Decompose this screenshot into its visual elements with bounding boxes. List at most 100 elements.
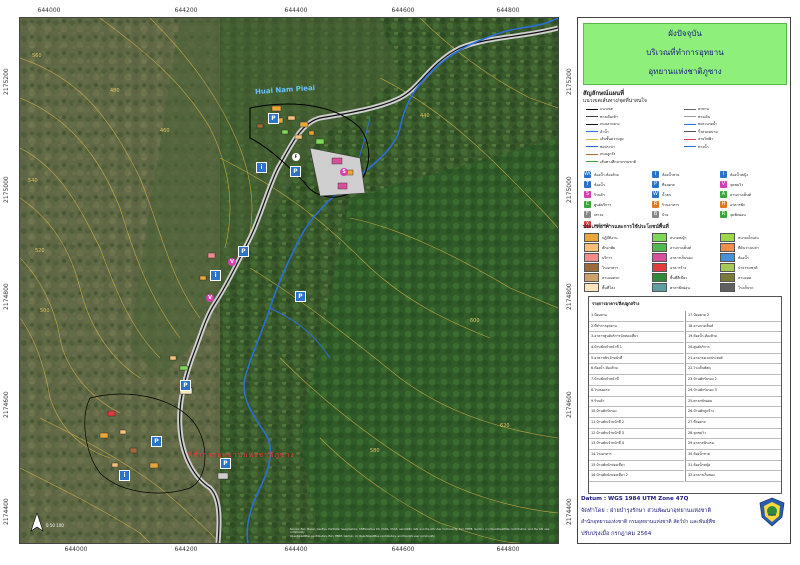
- table-row: 14.โรงอาหาร: [589, 450, 684, 461]
- line-legend-item: ทางเดินเท้า: [586, 114, 618, 120]
- title-line: อุทยานแห่งชาติภูซาง: [648, 67, 722, 76]
- point-legend-label: น้ำตก: [662, 192, 671, 197]
- point-legend-item: R ร้านอาหาร: [652, 201, 679, 208]
- y-tick: 2175000: [3, 176, 10, 203]
- point-symbol-icon: S: [584, 191, 591, 198]
- line-swatch: [586, 123, 598, 125]
- table-row: 27.ที่จอดรถ: [686, 418, 781, 429]
- building-table: รายการอาคาร/สิ่งปลูกสร้าง 1.ป้อมยาม 2.ที่…: [588, 296, 782, 494]
- restroom-icon[interactable]: i: [210, 270, 221, 281]
- landuse-legend-item: โรงอาหาร: [584, 263, 618, 272]
- parking-icon[interactable]: P: [268, 113, 279, 124]
- flag-icon[interactable]: F: [292, 153, 300, 161]
- line-swatch: [586, 131, 598, 132]
- line-legend-item: ท่อประปา: [586, 144, 615, 150]
- landuse-swatch: [584, 263, 599, 272]
- point-symbol-icon: A: [720, 191, 727, 198]
- landuse-legend-item: ลานจอดรถ: [584, 273, 619, 282]
- table-row: 15.บ้านพักนักท่องเที่ยว: [589, 461, 684, 472]
- line-swatch: [684, 131, 696, 132]
- point-legend-label: ห้องน้ำหญิง: [730, 172, 748, 177]
- viewpoint-icon[interactable]: V: [206, 294, 214, 302]
- landuse-legend-item: พื้นที่โล่ง: [584, 283, 615, 292]
- landuse-legend-item: ห้องน้ำ: [720, 253, 749, 262]
- contour-label: 580: [370, 448, 380, 454]
- point-symbol-icon: F: [584, 211, 591, 218]
- landuse-legend-item: อาคารร้าง: [652, 263, 686, 272]
- line-legend-item: สายไฟฟ้า: [684, 136, 713, 142]
- shop-icon[interactable]: S: [340, 168, 348, 176]
- table-row: 12.บ้านพักเจ้าหน้าที่ 3: [589, 429, 684, 440]
- landuse-swatch: [652, 273, 667, 282]
- contour-label: 520: [35, 248, 45, 254]
- contour-label: 480: [110, 88, 120, 94]
- line-legend-label: ถนนลาดยาง: [600, 122, 620, 126]
- landuse-legend-label: อาคารเก็บของ: [670, 255, 693, 260]
- landuse-legend-label: พื้นที่สีเขียว: [670, 275, 688, 280]
- landuse-swatch: [720, 263, 735, 272]
- x-tick: 644800: [496, 546, 520, 553]
- x-tick: 644400: [284, 546, 308, 553]
- restroom-icon[interactable]: i: [256, 162, 267, 173]
- parking-icon[interactable]: P: [290, 166, 301, 177]
- landuse-swatch: [652, 253, 667, 262]
- title-box: ผังปัจจุบัน บริเวณที่ทำการอุทยาน อุทยานแ…: [583, 23, 787, 85]
- line-legend-label: ท่อประปา: [600, 144, 615, 149]
- parking-icon[interactable]: P: [151, 436, 162, 447]
- line-legend-item: เส้นทางศึกษาธรรมชาติ: [586, 159, 636, 165]
- map-frame[interactable]: P P P P P P P i i i S V V F Huai Nam Pie…: [19, 17, 559, 544]
- table-column: 1.ป้อมยาม 2.ที่ทำการอุทยาน 3.อาคารศูนย์บริ…: [589, 311, 684, 482]
- table-row: 21.อาคารอเนกประสงค์: [686, 354, 781, 365]
- table-row: 20.ศูนย์บริการ: [686, 343, 781, 354]
- landuse-legend-label: อาคารร้าง: [670, 265, 687, 270]
- y-tick: 2175200: [566, 68, 573, 95]
- point-legend-label: จุดชมวิว: [730, 182, 744, 187]
- contour-label: 560: [32, 53, 42, 59]
- x-tick: 644000: [37, 7, 61, 14]
- table-row: 1.ป้อมยาม: [589, 311, 684, 322]
- landuse-legend-item: สนามเด็กเล่น: [720, 233, 759, 242]
- point-legend-label: ห้องน้ำชาย: [662, 172, 680, 177]
- y-tick: 2174600: [566, 391, 573, 418]
- line-swatch: [684, 146, 696, 147]
- landuse-legend-item: ปฏิบัติงาน: [584, 233, 618, 242]
- landuse-legend-label: โรงอาหาร: [602, 265, 619, 270]
- landuse-legend-label: ลานจอด: [738, 275, 752, 280]
- landuse-swatch: [652, 283, 667, 292]
- line-swatch: [684, 108, 696, 110]
- table-row: 18.ลานกางเต็นท์: [686, 322, 781, 333]
- x-tick: 644200: [174, 7, 198, 14]
- line-legend-label: ท่อระบายน้ำ: [698, 122, 718, 126]
- landuse-legend-label: โรงเก็บรถ: [738, 285, 754, 290]
- landuse-swatch: [720, 253, 735, 262]
- parking-icon[interactable]: P: [238, 246, 249, 257]
- point-legend-item: F เสาธง: [584, 211, 603, 218]
- line-legend-label: สายไฟฟ้า: [698, 137, 714, 141]
- title-line: ผังปัจจุบัน: [668, 29, 702, 38]
- office-label: ที่ทำการอุทยานแห่งชาติภูซาง: [188, 451, 295, 459]
- satellite-map[interactable]: [20, 18, 558, 543]
- landuse-legend-item: พื้นที่สีเขียว: [652, 273, 687, 282]
- landuse-swatch: [652, 233, 667, 242]
- point-legend-label: ร้านอาหาร: [662, 202, 679, 207]
- point-symbol-icon: i: [652, 171, 659, 178]
- parking-icon[interactable]: P: [295, 291, 306, 302]
- y-tick: 2174400: [566, 498, 573, 525]
- made-by: จัดทำโดย : ฝ่ายบำรุงรักษา ส่วนพัฒนาอุทยา…: [581, 508, 712, 514]
- contour-label: 600: [470, 318, 480, 324]
- landuse-heading: ประเภทอาคารและการใช้ประโยชน์พื้นที่: [583, 224, 669, 230]
- landuse-legend-item: พักอาศัย: [584, 243, 615, 252]
- agency-logo: [759, 497, 785, 527]
- point-symbol-icon: H: [720, 201, 727, 208]
- point-legend-item: i ห้องน้ำหญิง: [720, 171, 748, 178]
- parking-icon[interactable]: P: [180, 380, 191, 391]
- point-legend-item: R จุดพักผ่อน: [720, 211, 746, 218]
- viewpoint-icon[interactable]: V: [228, 258, 236, 266]
- title-line: บริเวณที่ทำการอุทยาน: [646, 48, 724, 57]
- lines-heading: แนวเขตเส้นทาง/จุดที่น่าสนใจ: [583, 98, 647, 104]
- table-header: รายการอาคาร/สิ่งปลูกสร้าง: [592, 301, 640, 306]
- restroom-icon[interactable]: i: [119, 470, 130, 481]
- landuse-swatch: [720, 273, 735, 282]
- north-arrow-icon: [30, 512, 44, 537]
- y-tick: 2175200: [3, 68, 10, 95]
